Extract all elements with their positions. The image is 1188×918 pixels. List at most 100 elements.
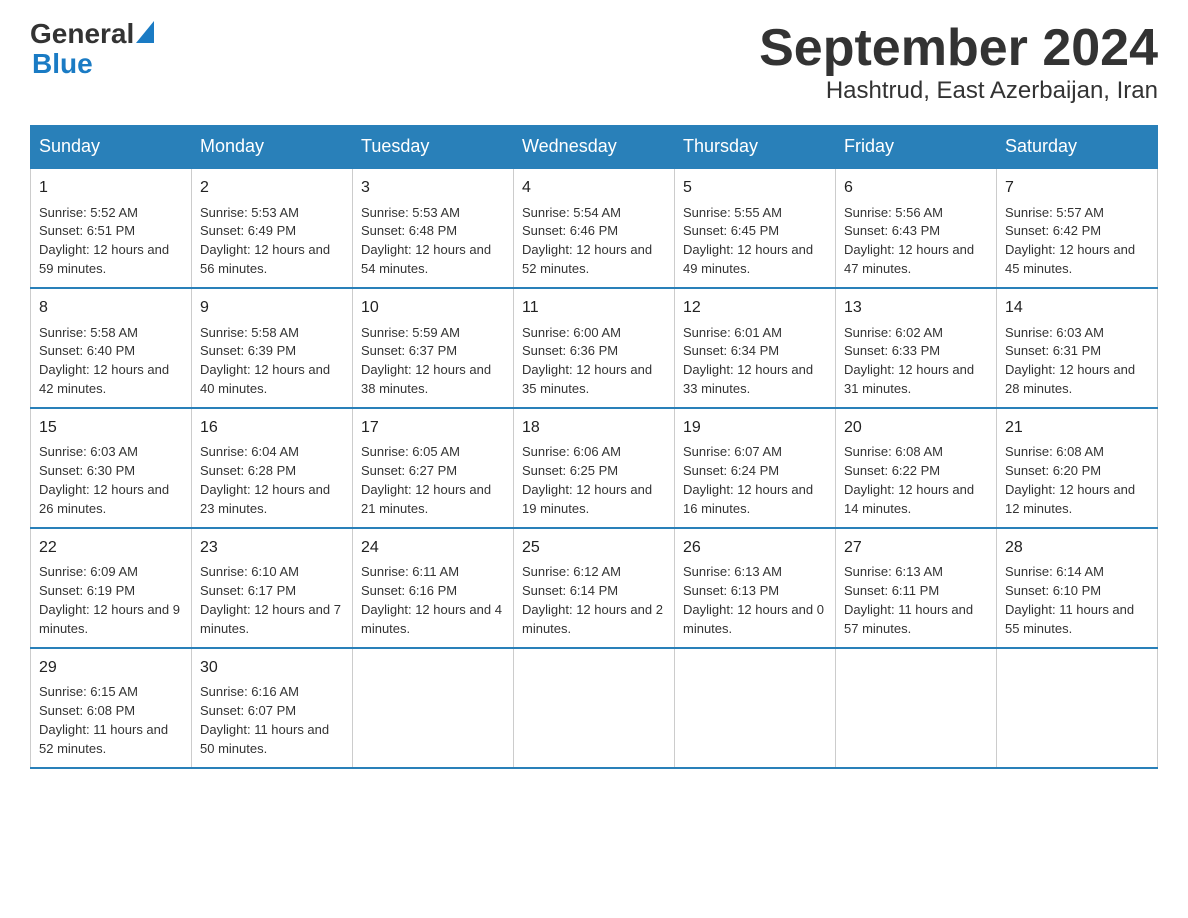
- day-number: 25: [522, 537, 666, 559]
- day-number: 5: [683, 177, 827, 199]
- day-number: 22: [39, 537, 183, 559]
- day-info: Sunrise: 6:03 AMSunset: 6:31 PMDaylight:…: [1005, 325, 1135, 397]
- table-row: 28 Sunrise: 6:14 AMSunset: 6:10 PMDaylig…: [997, 528, 1158, 648]
- day-number: 27: [844, 537, 988, 559]
- table-row: 6 Sunrise: 5:56 AMSunset: 6:43 PMDayligh…: [836, 168, 997, 288]
- day-info: Sunrise: 5:59 AMSunset: 6:37 PMDaylight:…: [361, 325, 491, 397]
- table-row: 24 Sunrise: 6:11 AMSunset: 6:16 PMDaylig…: [353, 528, 514, 648]
- day-number: 7: [1005, 177, 1149, 199]
- logo-general-text: General: [30, 20, 134, 48]
- header-tuesday: Tuesday: [353, 126, 514, 169]
- logo-triangle-icon: [136, 21, 154, 43]
- logo-top: General: [30, 20, 156, 48]
- day-number: 14: [1005, 297, 1149, 319]
- table-row: 13 Sunrise: 6:02 AMSunset: 6:33 PMDaylig…: [836, 288, 997, 408]
- day-number: 23: [200, 537, 344, 559]
- day-info: Sunrise: 6:03 AMSunset: 6:30 PMDaylight:…: [39, 444, 169, 516]
- day-info: Sunrise: 6:16 AMSunset: 6:07 PMDaylight:…: [200, 684, 329, 756]
- table-row: 5 Sunrise: 5:55 AMSunset: 6:45 PMDayligh…: [675, 168, 836, 288]
- day-info: Sunrise: 5:56 AMSunset: 6:43 PMDaylight:…: [844, 205, 974, 277]
- day-info: Sunrise: 5:57 AMSunset: 6:42 PMDaylight:…: [1005, 205, 1135, 277]
- day-info: Sunrise: 6:00 AMSunset: 6:36 PMDaylight:…: [522, 325, 652, 397]
- table-row: 11 Sunrise: 6:00 AMSunset: 6:36 PMDaylig…: [514, 288, 675, 408]
- title-section: September 2024 Hashtrud, East Azerbaijan…: [759, 20, 1158, 105]
- day-number: 20: [844, 417, 988, 439]
- day-number: 16: [200, 417, 344, 439]
- day-info: Sunrise: 5:53 AMSunset: 6:48 PMDaylight:…: [361, 205, 491, 277]
- day-info: Sunrise: 5:58 AMSunset: 6:39 PMDaylight:…: [200, 325, 330, 397]
- table-row: 23 Sunrise: 6:10 AMSunset: 6:17 PMDaylig…: [192, 528, 353, 648]
- day-info: Sunrise: 6:11 AMSunset: 6:16 PMDaylight:…: [361, 564, 502, 636]
- table-row: 17 Sunrise: 6:05 AMSunset: 6:27 PMDaylig…: [353, 408, 514, 528]
- day-info: Sunrise: 6:07 AMSunset: 6:24 PMDaylight:…: [683, 444, 813, 516]
- day-number: 24: [361, 537, 505, 559]
- day-info: Sunrise: 6:04 AMSunset: 6:28 PMDaylight:…: [200, 444, 330, 516]
- day-number: 29: [39, 657, 183, 679]
- table-row: 7 Sunrise: 5:57 AMSunset: 6:42 PMDayligh…: [997, 168, 1158, 288]
- week-row-3: 15 Sunrise: 6:03 AMSunset: 6:30 PMDaylig…: [31, 408, 1158, 528]
- week-row-2: 8 Sunrise: 5:58 AMSunset: 6:40 PMDayligh…: [31, 288, 1158, 408]
- day-number: 2: [200, 177, 344, 199]
- day-info: Sunrise: 6:08 AMSunset: 6:20 PMDaylight:…: [1005, 444, 1135, 516]
- header-wednesday: Wednesday: [514, 126, 675, 169]
- table-row: [675, 648, 836, 768]
- week-row-5: 29 Sunrise: 6:15 AMSunset: 6:08 PMDaylig…: [31, 648, 1158, 768]
- day-number: 19: [683, 417, 827, 439]
- day-number: 1: [39, 177, 183, 199]
- table-row: 10 Sunrise: 5:59 AMSunset: 6:37 PMDaylig…: [353, 288, 514, 408]
- day-info: Sunrise: 6:06 AMSunset: 6:25 PMDaylight:…: [522, 444, 652, 516]
- day-number: 18: [522, 417, 666, 439]
- day-number: 12: [683, 297, 827, 319]
- day-info: Sunrise: 6:01 AMSunset: 6:34 PMDaylight:…: [683, 325, 813, 397]
- day-number: 26: [683, 537, 827, 559]
- table-row: [836, 648, 997, 768]
- table-row: [997, 648, 1158, 768]
- day-number: 15: [39, 417, 183, 439]
- day-info: Sunrise: 6:13 AMSunset: 6:13 PMDaylight:…: [683, 564, 824, 636]
- table-row: 22 Sunrise: 6:09 AMSunset: 6:19 PMDaylig…: [31, 528, 192, 648]
- day-info: Sunrise: 5:58 AMSunset: 6:40 PMDaylight:…: [39, 325, 169, 397]
- header-monday: Monday: [192, 126, 353, 169]
- logo-blue-text: Blue: [32, 48, 93, 80]
- day-info: Sunrise: 6:02 AMSunset: 6:33 PMDaylight:…: [844, 325, 974, 397]
- week-row-4: 22 Sunrise: 6:09 AMSunset: 6:19 PMDaylig…: [31, 528, 1158, 648]
- day-number: 9: [200, 297, 344, 319]
- day-info: Sunrise: 5:54 AMSunset: 6:46 PMDaylight:…: [522, 205, 652, 277]
- day-info: Sunrise: 6:05 AMSunset: 6:27 PMDaylight:…: [361, 444, 491, 516]
- table-row: 3 Sunrise: 5:53 AMSunset: 6:48 PMDayligh…: [353, 168, 514, 288]
- day-number: 30: [200, 657, 344, 679]
- day-info: Sunrise: 6:10 AMSunset: 6:17 PMDaylight:…: [200, 564, 341, 636]
- day-number: 8: [39, 297, 183, 319]
- table-row: 16 Sunrise: 6:04 AMSunset: 6:28 PMDaylig…: [192, 408, 353, 528]
- day-info: Sunrise: 6:09 AMSunset: 6:19 PMDaylight:…: [39, 564, 180, 636]
- day-number: 6: [844, 177, 988, 199]
- table-row: 9 Sunrise: 5:58 AMSunset: 6:39 PMDayligh…: [192, 288, 353, 408]
- calendar-subtitle: Hashtrud, East Azerbaijan, Iran: [759, 77, 1158, 105]
- day-info: Sunrise: 6:13 AMSunset: 6:11 PMDaylight:…: [844, 564, 973, 636]
- day-info: Sunrise: 6:12 AMSunset: 6:14 PMDaylight:…: [522, 564, 663, 636]
- table-row: 20 Sunrise: 6:08 AMSunset: 6:22 PMDaylig…: [836, 408, 997, 528]
- day-info: Sunrise: 5:55 AMSunset: 6:45 PMDaylight:…: [683, 205, 813, 277]
- day-number: 21: [1005, 417, 1149, 439]
- table-row: 30 Sunrise: 6:16 AMSunset: 6:07 PMDaylig…: [192, 648, 353, 768]
- table-row: 12 Sunrise: 6:01 AMSunset: 6:34 PMDaylig…: [675, 288, 836, 408]
- header-thursday: Thursday: [675, 126, 836, 169]
- calendar-table: Sunday Monday Tuesday Wednesday Thursday…: [30, 125, 1158, 769]
- table-row: 29 Sunrise: 6:15 AMSunset: 6:08 PMDaylig…: [31, 648, 192, 768]
- day-number: 11: [522, 297, 666, 319]
- table-row: 27 Sunrise: 6:13 AMSunset: 6:11 PMDaylig…: [836, 528, 997, 648]
- weekday-header-row: Sunday Monday Tuesday Wednesday Thursday…: [31, 126, 1158, 169]
- table-row: 15 Sunrise: 6:03 AMSunset: 6:30 PMDaylig…: [31, 408, 192, 528]
- table-row: 2 Sunrise: 5:53 AMSunset: 6:49 PMDayligh…: [192, 168, 353, 288]
- table-row: 14 Sunrise: 6:03 AMSunset: 6:31 PMDaylig…: [997, 288, 1158, 408]
- day-number: 4: [522, 177, 666, 199]
- header-friday: Friday: [836, 126, 997, 169]
- day-info: Sunrise: 6:15 AMSunset: 6:08 PMDaylight:…: [39, 684, 168, 756]
- table-row: 18 Sunrise: 6:06 AMSunset: 6:25 PMDaylig…: [514, 408, 675, 528]
- day-info: Sunrise: 5:53 AMSunset: 6:49 PMDaylight:…: [200, 205, 330, 277]
- table-row: 1 Sunrise: 5:52 AMSunset: 6:51 PMDayligh…: [31, 168, 192, 288]
- table-row: 19 Sunrise: 6:07 AMSunset: 6:24 PMDaylig…: [675, 408, 836, 528]
- header-saturday: Saturday: [997, 126, 1158, 169]
- table-row: 21 Sunrise: 6:08 AMSunset: 6:20 PMDaylig…: [997, 408, 1158, 528]
- table-row: 8 Sunrise: 5:58 AMSunset: 6:40 PMDayligh…: [31, 288, 192, 408]
